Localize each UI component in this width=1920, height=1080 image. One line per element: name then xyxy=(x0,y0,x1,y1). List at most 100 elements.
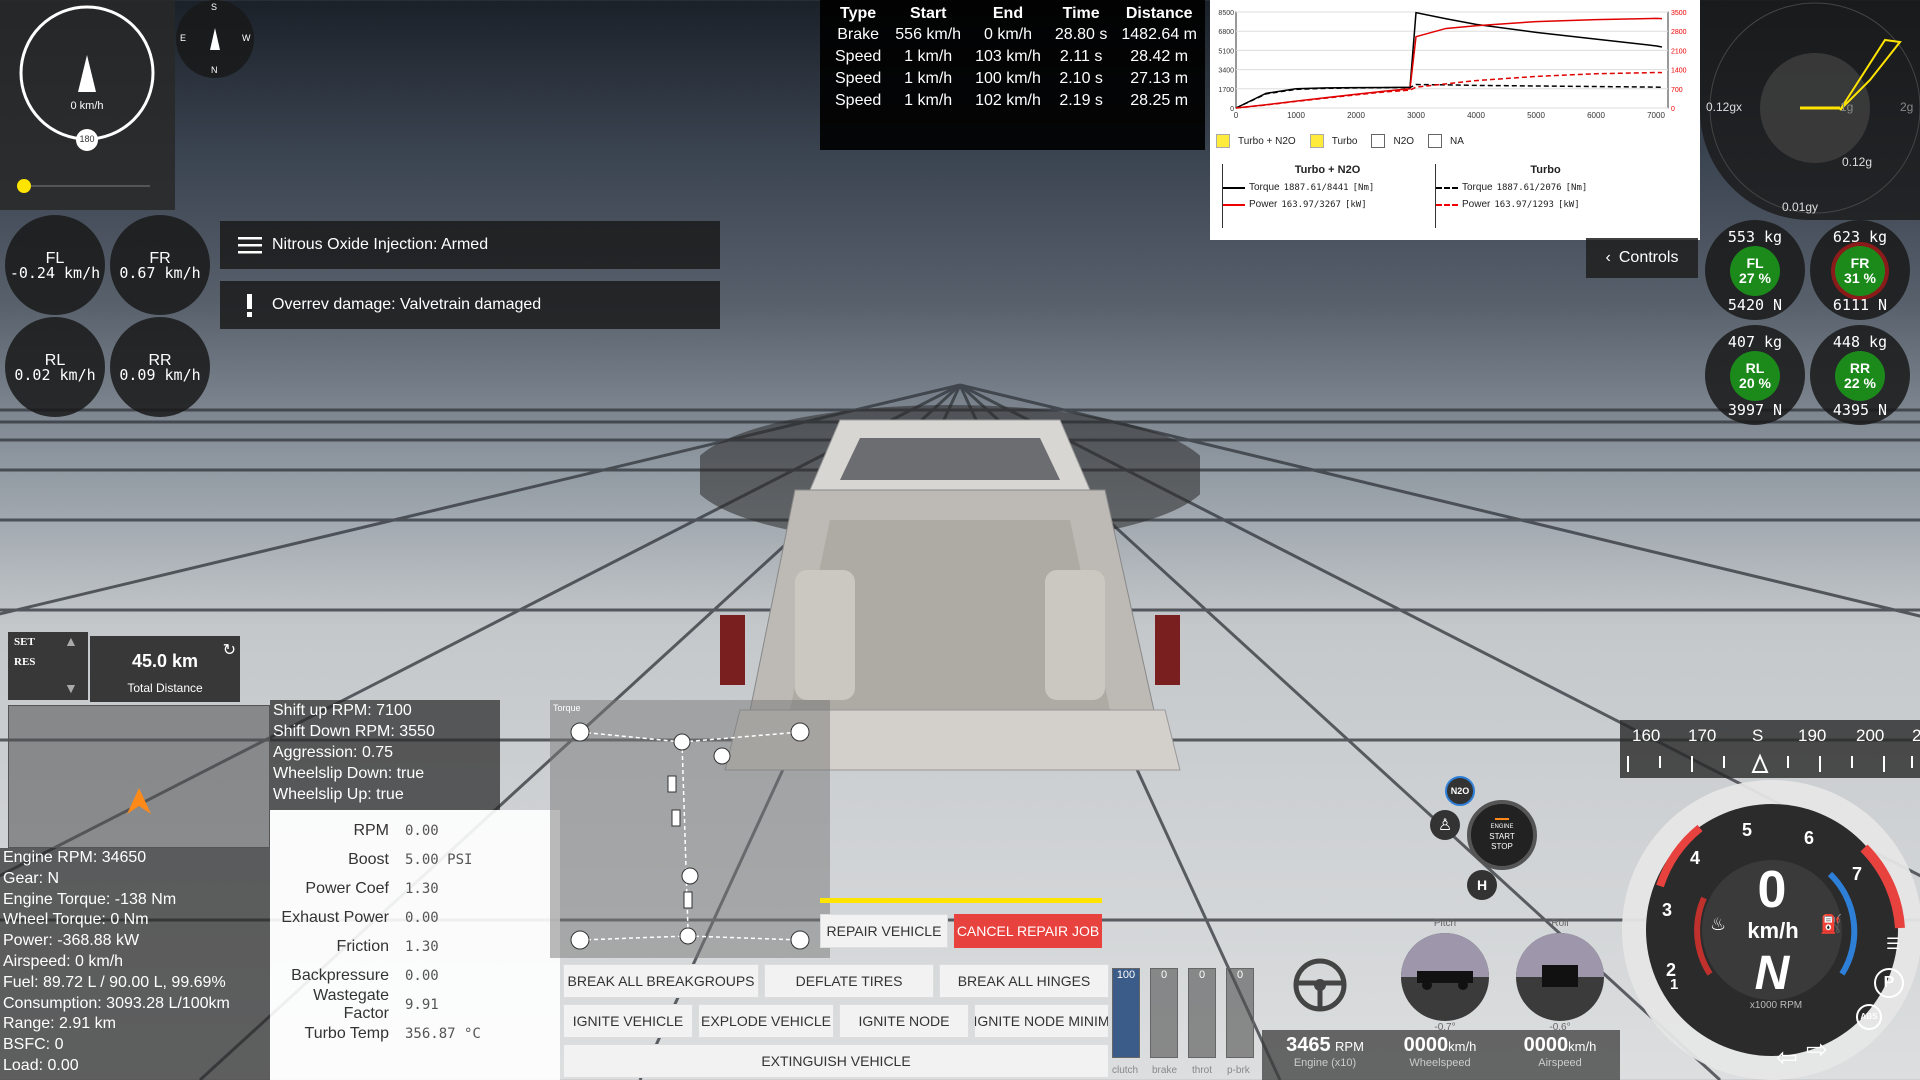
truck-rear-icon xyxy=(1542,965,1578,987)
drag-race-table: Type Start End Time Distance Brake 556 km… xyxy=(820,0,1205,150)
parking-brake-indicator: P xyxy=(1874,968,1904,998)
speed-value: 0 xyxy=(1757,861,1787,919)
diff-node-icon xyxy=(673,733,691,751)
left-arrow-icon: ⇦ xyxy=(1776,1042,1798,1072)
tire-load-rl: 407 kg RL 20 % 3997 N xyxy=(1705,325,1805,425)
drag-header: Start xyxy=(909,5,947,22)
pedal-throttle: 0 xyxy=(1188,968,1216,1058)
repair-progress-bar xyxy=(820,898,1102,903)
table-row: Speed 1 km/h 100 km/h 2.10 s 27.13 m xyxy=(835,70,1189,87)
y-left-tick-label: 3400 xyxy=(1218,68,1234,75)
series-power-turbo-n2o xyxy=(1235,17,1663,109)
wheel-speed-rr: RR 0.09 km/h xyxy=(110,317,210,417)
seatbelt-icon: ♙ xyxy=(1430,810,1460,840)
warning-exclamation-icon xyxy=(238,293,272,317)
chevron-up-icon[interactable]: ▲ xyxy=(64,633,78,649)
chevron-down-icon[interactable]: ▼ xyxy=(64,680,78,696)
legend-turbo-n2o: Turbo + N2O Torque 1887.61/8441 [Nm] Power… xyxy=(1222,164,1432,228)
checkbox-n2o[interactable]: N2O xyxy=(1371,134,1414,148)
player-arrow-icon xyxy=(127,788,151,814)
wheel-node-icon xyxy=(790,930,810,950)
y-left-tick-label: 5100 xyxy=(1218,48,1234,55)
checkbox-turbo[interactable]: Turbo xyxy=(1309,134,1357,148)
list-item: Friction 1.30 xyxy=(336,937,439,955)
g-force-meter: 0.12gx 0.12g 0.01gy 1g 2g xyxy=(1700,0,1920,220)
ignite-node-min-button[interactable]: IGNITE NODE MINIM xyxy=(974,1004,1109,1038)
checkbox-checked-icon xyxy=(1216,134,1230,148)
ignite-node-button[interactable]: IGNITE NODE xyxy=(839,1004,969,1038)
tire-load-fr: 623 kg FR 31 % 6111 N xyxy=(1810,220,1910,320)
engine-info: Engine RPM: 34650 Gear: N Engine Torque:… xyxy=(0,848,270,1080)
fuel-pump-icon: ⛽ xyxy=(1820,914,1843,934)
heading-caret-icon xyxy=(1751,753,1769,773)
x-tick-label: 7000 xyxy=(1647,111,1665,120)
break-breakgroups-button[interactable]: BREAK ALL BREAKGROUPS xyxy=(563,964,759,998)
list-item: Turbo Temp 356.87 °C xyxy=(304,1024,481,1042)
pedal-inputs: 100 0 0 0 clutch brake throt p-brk xyxy=(1110,960,1260,1080)
y-left-tick-label: 1700 xyxy=(1218,87,1234,94)
controls-button[interactable]: ‹ Controls xyxy=(1586,238,1698,278)
roll-indicator: Roll -0.6° xyxy=(1510,918,1610,1033)
g-y-value: 0.12g xyxy=(1842,155,1873,169)
powertrain-diagram: Torque xyxy=(550,700,830,958)
minimap xyxy=(8,705,270,848)
break-hinges-button[interactable]: BREAK ALL HINGES xyxy=(939,964,1109,998)
power-torque-chart: 8500 3500 6800 2800 5100 2100 3400 1400 1700 700 0… xyxy=(1210,0,1700,240)
curve-checkboxes: Turbo + N2O Turbo N2O NA xyxy=(1216,134,1464,148)
cruise-set-button[interactable]: SET xyxy=(14,636,35,648)
wheel-speed-fr: FR 0.67 km/h xyxy=(110,215,210,315)
shaft-node-icon xyxy=(667,775,677,793)
notification-overrev: Overrev damage: Valvetrain damaged xyxy=(220,281,720,329)
abs-indicator: ABS xyxy=(1856,1004,1882,1030)
series-power-turbo xyxy=(1235,71,1663,109)
cruise-res-button[interactable]: RES xyxy=(14,656,35,668)
ignite-vehicle-button[interactable]: IGNITE VEHICLE xyxy=(563,1004,693,1038)
compass-marker: 180 xyxy=(79,134,95,144)
table-row: Speed 1 km/h 103 km/h 2.11 s 28.42 m xyxy=(835,48,1189,65)
x-tick-label: 0 xyxy=(1234,111,1239,120)
n2o-indicator[interactable]: N2O xyxy=(1445,776,1475,806)
repair-vehicle-button[interactable]: REPAIR VEHICLE xyxy=(820,914,948,948)
checkbox-unchecked-icon xyxy=(1428,134,1443,148)
engine-start-stop-button[interactable]: ENGINE START STOP xyxy=(1467,800,1537,870)
table-row: Brake 556 km/h 0 km/h 28.80 s 1482.64 m xyxy=(837,26,1197,43)
steering-wheel-icon xyxy=(1293,958,1347,1012)
wheel-node-icon xyxy=(570,930,590,950)
slider-knob-icon xyxy=(17,179,31,193)
deflate-tires-button[interactable]: DEFLATE TIRES xyxy=(764,964,934,998)
headlight-icon: ☰ xyxy=(1886,936,1901,953)
table-row: Speed 1 km/h 102 km/h 2.19 s 28.25 m xyxy=(835,92,1189,109)
wheel-node-icon xyxy=(790,722,810,742)
g-gy-value: 0.01gy xyxy=(1782,200,1819,214)
handbrake-icon[interactable]: H xyxy=(1467,870,1497,900)
speed-unit: km/h xyxy=(1747,918,1799,943)
list-item: Power Coef 1.30 xyxy=(305,879,439,897)
wheel-speed-fl: FL -0.24 km/h xyxy=(5,215,105,315)
g-x-value: 0.12gx xyxy=(1706,100,1743,114)
y-right-tick-label: 0 xyxy=(1671,106,1675,113)
list-item: Exhaust Power 0.00 xyxy=(281,908,439,926)
x-tick-label: 2000 xyxy=(1347,111,1365,120)
speedometer: 0 km/h N x1000 RPM 1 2 3 4 5 6 7 P ABS ⇦… xyxy=(1620,778,1920,1080)
pitch-indicator: Pitch -0.7° xyxy=(1395,918,1495,1033)
y-left-tick-label: 8500 xyxy=(1218,10,1234,17)
list-item: Boost 5.00 PSI xyxy=(348,850,473,868)
pedal-clutch: 100 xyxy=(1112,968,1140,1058)
y-right-tick-label: 2100 xyxy=(1671,48,1687,55)
legend-turbo: Turbo Torque 1887.61/2076 [Nm] Power 163.97… xyxy=(1435,164,1655,228)
diff-node-icon xyxy=(679,927,697,945)
shaft-node-icon xyxy=(671,809,681,827)
turbo-params: RPM 0.00 Boost 5.00 PSI Power Coef 1.30 Exh… xyxy=(270,810,560,1080)
checkbox-turbo-n2o[interactable]: Turbo + N2O xyxy=(1216,134,1296,148)
checkbox-na[interactable]: NA xyxy=(1428,134,1464,148)
extinguish-vehicle-button[interactable]: EXTINGUISH VEHICLE xyxy=(563,1044,1109,1078)
gear-indicator: N xyxy=(1754,947,1790,1000)
reset-icon[interactable]: ↻ xyxy=(223,640,236,660)
node-icon xyxy=(713,747,731,765)
cancel-repair-button[interactable]: CANCEL REPAIR JOB xyxy=(954,914,1102,948)
notification-nitrous: Nitrous Oxide Injection: Armed xyxy=(220,221,720,269)
explode-vehicle-button[interactable]: EXPLODE VEHICLE xyxy=(698,1004,834,1038)
x-tick-label: 6000 xyxy=(1587,111,1605,120)
compass-speed-gauge: 0 km/h 180 xyxy=(0,0,175,210)
mini-compass: S E W N xyxy=(176,0,254,78)
